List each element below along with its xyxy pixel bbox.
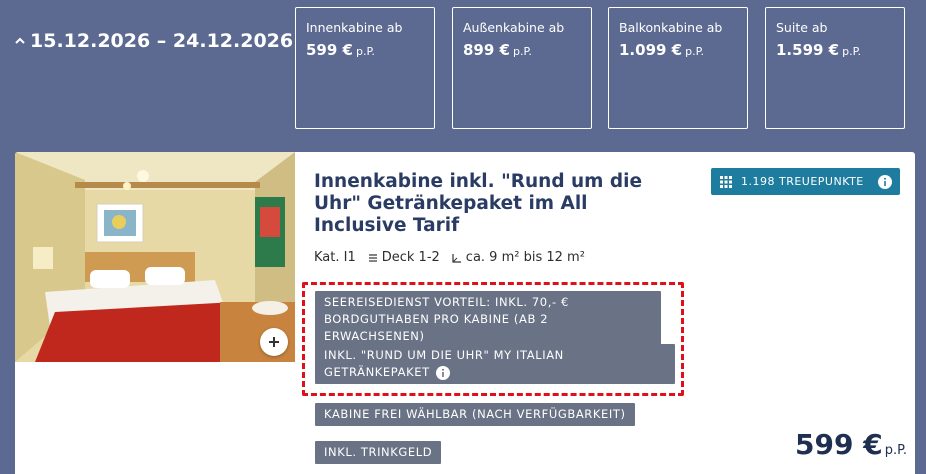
price-box-unit: p.P. (512, 45, 532, 58)
date-range-toggle[interactable]: 15.12.2026 – 24.12.2026 (14, 30, 293, 52)
tag-label: KABINE FREI WÄHLBAR (NACH VERFÜGBARKEIT) (324, 407, 626, 421)
tag-label: INKL. TRINKGELD (324, 445, 433, 459)
info-icon[interactable] (878, 174, 892, 189)
cabin-photo-image (15, 152, 295, 362)
tag-label: SEEREISEDIENST VORTEIL: INKL. 70,- € BOR… (324, 295, 569, 343)
info-icon[interactable] (435, 365, 450, 380)
price-box-innenkabine[interactable]: Innenkabine ab 599 € p.P. (295, 7, 435, 129)
chevron-up-icon (15, 37, 25, 44)
price-box-label: Außenkabine ab (463, 20, 565, 35)
area-icon (452, 253, 461, 263)
price-box-label: Balkonkabine ab (619, 20, 723, 35)
cabin-category-label: Kat. I1 (314, 250, 356, 265)
list-icon (368, 253, 377, 262)
cabin-size: ca. 9 m² bis 12 m² (452, 250, 585, 265)
cabin-size-label: ca. 9 m² bis 12 m² (465, 250, 585, 265)
tag-bordguthaben: SEEREISEDIENST VORTEIL: INKL. 70,- € BOR… (315, 291, 661, 348)
cabin-meta: Kat. I1 Deck 1-2 ca. 9 m² bis 12 m² (314, 250, 585, 265)
tag-kabine-frei: KABINE FREI WÄHLBAR (NACH VERFÜGBARKEIT) (315, 403, 635, 426)
cabin-price-unit: p.P. (884, 443, 908, 458)
cabin-card: Innenkabine inkl. "Rund um die Uhr" Getr… (15, 152, 915, 474)
zoom-button[interactable] (260, 328, 288, 356)
cabin-price: 599 € p.P. (795, 428, 907, 461)
cabin-photo[interactable] (15, 152, 295, 362)
loyalty-points-badge[interactable]: 1.198 TREUEPUNKTE (711, 168, 900, 195)
price-box-value: 899 € (463, 41, 510, 59)
price-box-value: 1.599 € (776, 41, 840, 59)
cabin-price-value: 599 € (795, 428, 883, 461)
grid-icon (720, 175, 732, 188)
tag-trinkgeld: INKL. TRINKGELD (315, 441, 442, 464)
price-box-unit: p.P. (685, 45, 705, 58)
cabin-deck-label: Deck 1-2 (381, 250, 440, 265)
price-box-unit: p.P. (355, 45, 375, 58)
cabin-title: Innenkabine inkl. "Rund um die Uhr" Getr… (314, 171, 643, 236)
price-box-balkonkabine[interactable]: Balkonkabine ab 1.099 € p.P. (608, 7, 748, 129)
price-box-suite[interactable]: Suite ab 1.599 € p.P. (765, 7, 905, 129)
price-box-value: 1.099 € (619, 41, 683, 59)
price-box-unit: p.P. (842, 45, 862, 58)
date-range-label: 15.12.2026 – 24.12.2026 (30, 30, 294, 52)
price-box-label: Innenkabine ab (306, 20, 403, 35)
price-box-aussenkabine[interactable]: Außenkabine ab 899 € p.P. (452, 7, 592, 129)
cabin-deck: Deck 1-2 (368, 250, 440, 265)
price-box-value: 599 € (306, 41, 353, 59)
plus-icon (269, 337, 279, 347)
price-box-label: Suite ab (776, 20, 828, 35)
loyalty-points-label: 1.198 TREUEPUNKTE (741, 175, 864, 188)
cabin-category: Kat. I1 (314, 250, 356, 265)
tag-getraenkepaket: INKL. "RUND UM DIE UHR" MY ITALIAN GETRÄ… (315, 344, 675, 384)
